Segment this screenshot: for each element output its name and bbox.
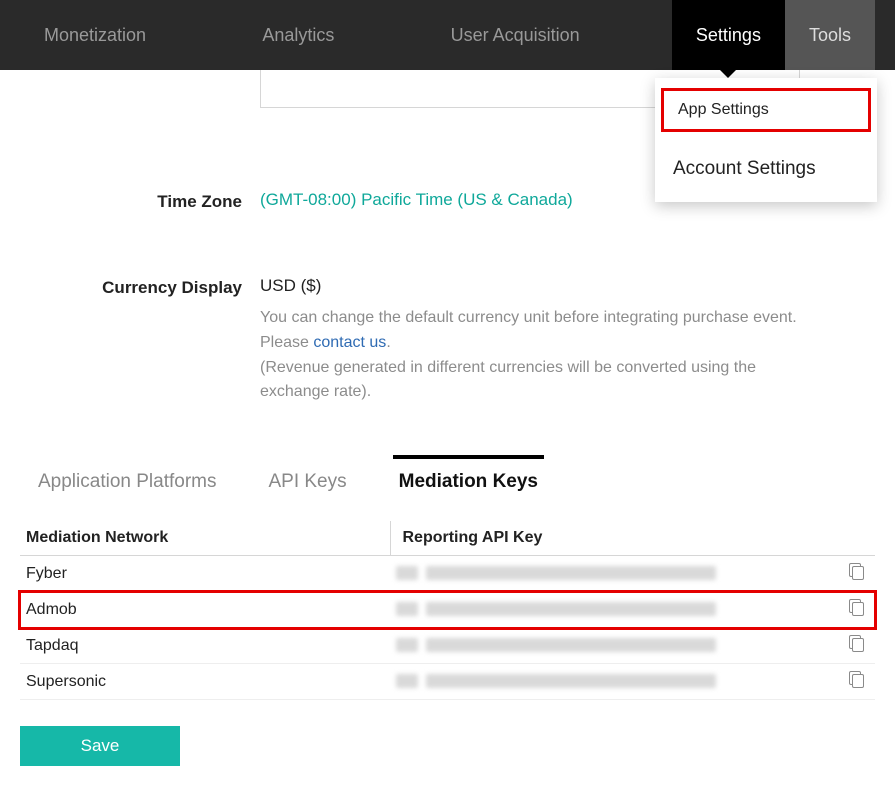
- redacted-key-segment: [396, 566, 418, 580]
- dropdown-caret-icon: [720, 70, 736, 78]
- table-row: Supersonic: [20, 664, 875, 700]
- settings-dropdown: App Settings Account Settings: [655, 78, 877, 202]
- copy-icon[interactable]: [849, 635, 865, 651]
- reporting-api-key-cell: [390, 664, 839, 700]
- reporting-api-key-cell: [390, 592, 839, 628]
- table-row: Admob: [20, 592, 875, 628]
- nav-tools[interactable]: Tools: [785, 0, 875, 70]
- save-button[interactable]: Save: [20, 726, 180, 766]
- mediation-network-cell: Admob: [20, 592, 390, 628]
- highlight-app-settings: App Settings: [661, 88, 871, 132]
- nav-settings[interactable]: Settings: [672, 0, 785, 70]
- redacted-key-segment: [396, 602, 418, 616]
- mediation-network-cell: Supersonic: [20, 664, 390, 700]
- tab-api-keys[interactable]: API Keys: [262, 455, 352, 503]
- redacted-key-segment: [396, 638, 418, 652]
- table-row: Fyber: [20, 556, 875, 592]
- redacted-key-segment: [426, 674, 716, 688]
- contact-us-link[interactable]: contact us: [313, 334, 386, 351]
- redacted-key-segment: [426, 602, 716, 616]
- copy-icon[interactable]: [849, 671, 865, 687]
- col-header-reporting-api-key: Reporting API Key: [390, 521, 875, 556]
- copy-key-cell: [839, 628, 875, 664]
- mediation-network-cell: Tapdaq: [20, 628, 390, 664]
- redacted-key-segment: [426, 566, 716, 580]
- currency-helper-text: You can change the default currency unit…: [260, 306, 800, 405]
- top-nav: Monetization Analytics User Acquisition …: [0, 0, 895, 70]
- tab-mediation-keys[interactable]: Mediation Keys: [393, 455, 544, 503]
- table-row: Tapdaq: [20, 628, 875, 664]
- copy-icon[interactable]: [849, 563, 865, 579]
- nav-user-acquisition[interactable]: User Acquisition: [427, 0, 604, 70]
- nav-analytics[interactable]: Analytics: [238, 0, 358, 70]
- currency-value: USD ($): [260, 276, 800, 296]
- reporting-api-key-cell: [390, 628, 839, 664]
- dropdown-app-settings[interactable]: App Settings: [678, 101, 854, 119]
- dropdown-account-settings[interactable]: Account Settings: [655, 142, 877, 196]
- sub-tabs: Application Platforms API Keys Mediation…: [20, 455, 875, 503]
- mediation-keys-table: Mediation Network Reporting API Key Fybe…: [20, 521, 875, 700]
- timezone-label: Time Zone: [20, 190, 260, 212]
- redacted-key-segment: [396, 674, 418, 688]
- currency-label: Currency Display: [20, 276, 260, 405]
- reporting-api-key-cell: [390, 556, 839, 592]
- copy-key-cell: [839, 556, 875, 592]
- mediation-network-cell: Fyber: [20, 556, 390, 592]
- copy-key-cell: [839, 664, 875, 700]
- nav-monetization[interactable]: Monetization: [20, 0, 170, 70]
- copy-icon[interactable]: [849, 599, 865, 615]
- tab-application-platforms[interactable]: Application Platforms: [32, 455, 222, 503]
- redacted-key-segment: [426, 638, 716, 652]
- timezone-select[interactable]: (GMT-08:00) Pacific Time (US & Canada): [260, 190, 573, 209]
- copy-key-cell: [839, 592, 875, 628]
- col-header-network: Mediation Network: [20, 521, 390, 556]
